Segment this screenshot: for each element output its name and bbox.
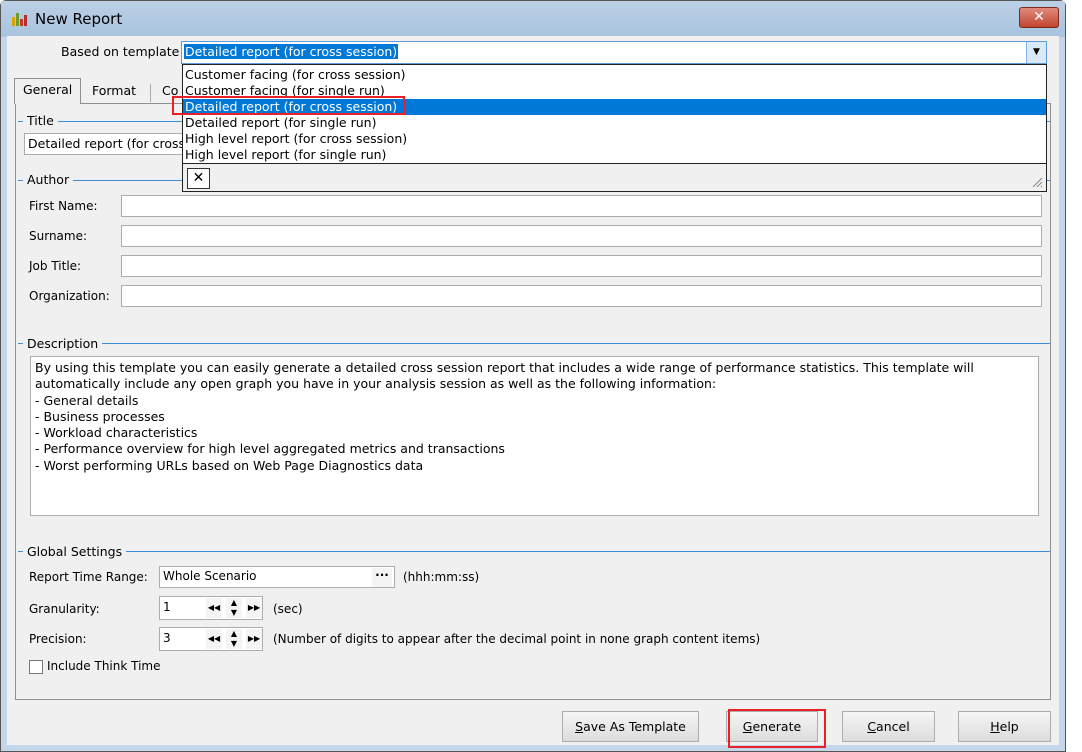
last-icon[interactable]: ▶▶	[246, 598, 262, 618]
job-title-label: Job Title:	[29, 259, 82, 273]
dropdown-option[interactable]: Detailed report (for single run)	[183, 115, 1046, 131]
job-title-input[interactable]	[121, 255, 1042, 277]
first-icon[interactable]: ◀◀	[206, 629, 222, 649]
save-as-template-button[interactable]: Save As Template	[562, 711, 699, 742]
description-line: - Worst performing URLs based on Web Pag…	[35, 457, 424, 473]
description-line: - General details	[35, 392, 139, 408]
ellipsis-button[interactable]: ···	[372, 568, 392, 587]
title-group-label: Title	[23, 113, 58, 128]
tab-format[interactable]: Format	[84, 80, 144, 104]
time-unit-label: (hhh:mm:ss)	[403, 570, 480, 584]
resize-grip-icon[interactable]	[1031, 176, 1043, 188]
template-dropdown-list: Customer facing (for cross session) Cust…	[182, 64, 1047, 192]
precision-unit: (Number of digits to appear after the de…	[273, 632, 761, 646]
selection-highlight	[172, 96, 405, 115]
precision-stepper[interactable]: 3 ◀◀ ▲ ▼ ▶▶	[159, 627, 263, 651]
granularity-stepper[interactable]: 1 ◀◀ ▲ ▼ ▶▶	[159, 596, 263, 620]
surname-label: Surname:	[29, 229, 88, 243]
title-bar: New Report ✕	[1, 1, 1065, 37]
precision-value: 3	[163, 631, 171, 645]
organization-label: Organization:	[29, 289, 110, 303]
granularity-label: Granularity:	[29, 602, 100, 616]
author-group-label: Author	[23, 172, 74, 187]
last-icon[interactable]: ▶▶	[246, 629, 262, 649]
close-icon[interactable]: ✕	[187, 168, 210, 189]
up-down-icon[interactable]: ▲ ▼	[226, 598, 242, 618]
precision-label: Precision:	[29, 632, 87, 646]
global-group-label: Global Settings	[23, 544, 127, 559]
description-line: - Business processes	[35, 408, 165, 424]
template-combobox[interactable]: Detailed report (for cross session) ▼	[181, 41, 1047, 64]
description-group-line	[18, 343, 1050, 344]
dropdown-option[interactable]: High level report (for cross session)	[183, 131, 1046, 147]
description-group-label: Description	[23, 336, 103, 351]
description-textarea[interactable]: By using this template you can easily ge…	[30, 356, 1039, 516]
first-name-label: First Name:	[29, 199, 98, 213]
surname-input[interactable]	[121, 225, 1042, 247]
dropdown-option[interactable]: Customer facing (for cross session)	[183, 67, 1046, 83]
time-range-input[interactable]: Whole Scenario	[159, 566, 395, 588]
dropdown-option[interactable]: High level report (for single run)	[183, 147, 1046, 163]
up-down-icon[interactable]: ▲ ▼	[226, 629, 242, 649]
time-range-value: Whole Scenario	[163, 569, 257, 583]
description-line: - Workload characteristics	[35, 425, 198, 441]
template-value: Detailed report (for cross session)	[184, 44, 399, 59]
cancel-button[interactable]: Cancel	[842, 711, 935, 742]
global-group-line	[18, 551, 1050, 552]
help-button[interactable]: Help	[958, 711, 1051, 742]
first-icon[interactable]: ◀◀	[206, 598, 222, 618]
window-title: New Report	[35, 10, 123, 28]
report-chart-icon	[12, 13, 27, 26]
time-range-label: Report Time Range:	[29, 570, 148, 584]
think-time-label: Include Think Time	[47, 659, 161, 673]
template-label: Based on template	[61, 44, 180, 59]
dropdown-footer: ✕	[183, 163, 1046, 191]
first-name-input[interactable]	[121, 195, 1042, 217]
close-button[interactable]: ✕	[1019, 7, 1059, 28]
tab-divider	[150, 84, 151, 102]
granularity-value: 1	[163, 600, 171, 614]
description-line: By using this template you can easily ge…	[35, 360, 974, 392]
granularity-unit: (sec)	[273, 602, 303, 616]
think-time-checkbox[interactable]	[29, 660, 43, 674]
organization-input[interactable]	[121, 285, 1042, 307]
chevron-down-icon[interactable]: ▼	[1026, 42, 1046, 63]
generate-highlight	[728, 709, 826, 748]
tab-general[interactable]: General	[14, 78, 82, 104]
description-line: - Performance overview for high level ag…	[35, 441, 505, 457]
